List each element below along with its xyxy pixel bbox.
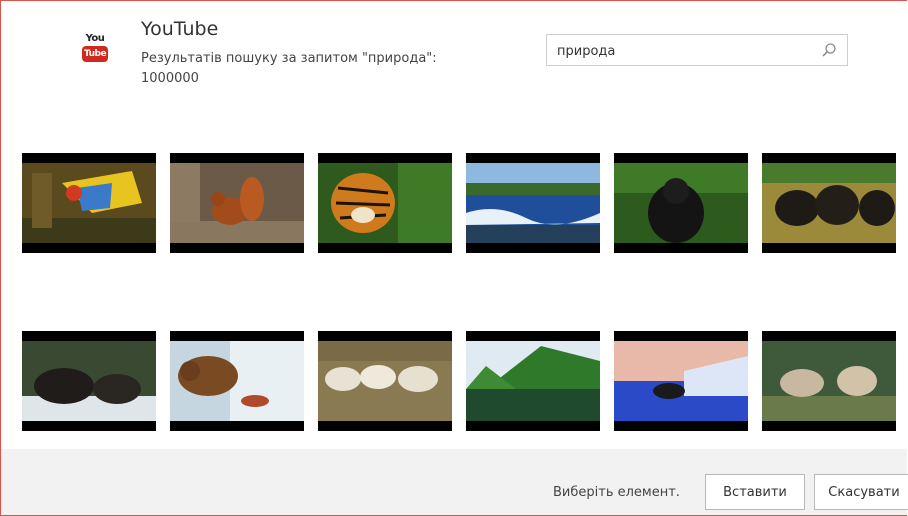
video-thumbnail-mountain-lake[interactable] <box>466 331 600 431</box>
video-thumbnail-buffalo[interactable] <box>762 153 896 253</box>
results-grid <box>1 121 907 451</box>
thumbnail-image <box>318 163 452 243</box>
video-thumbnail-bear[interactable] <box>170 331 304 431</box>
dialog-header: You Tube YouTube Результатів пошуку за з… <box>1 1 907 121</box>
video-thumbnail-wolf[interactable] <box>614 331 748 431</box>
thumbnail-image <box>170 341 304 421</box>
results-count-text: Результатів пошуку за запитом "природа":… <box>141 51 437 86</box>
video-thumbnail-squirrel[interactable] <box>170 153 304 253</box>
video-thumbnail-goats[interactable] <box>762 331 896 431</box>
status-text: Виберіть елемент. <box>553 485 680 500</box>
logo-text-top: You <box>85 33 105 44</box>
thumbnail-image <box>762 163 896 243</box>
thumbnail-image <box>170 163 304 243</box>
youtube-logo-icon: You Tube <box>81 33 109 67</box>
video-thumbnail-coast[interactable] <box>466 153 600 253</box>
logo-text-bottom: Tube <box>82 46 108 62</box>
video-thumbnail-boar[interactable] <box>22 331 156 431</box>
thumbnail-image <box>22 341 156 421</box>
video-thumbnail-parrot[interactable] <box>22 153 156 253</box>
video-thumbnail-sheep[interactable] <box>318 331 452 431</box>
insert-video-dialog: You Tube YouTube Результатів пошуку за з… <box>0 0 908 516</box>
thumbnail-image <box>614 341 748 421</box>
search-icon[interactable] <box>821 42 837 58</box>
thumbnail-image <box>22 163 156 243</box>
insert-button[interactable]: Вставити <box>705 474 805 510</box>
thumbnail-image <box>614 163 748 243</box>
search-input[interactable] <box>555 40 819 62</box>
dialog-footer: Виберіть елемент. Вставити Скасувати <box>1 449 908 515</box>
video-thumbnail-tiger[interactable] <box>318 153 452 253</box>
thumbnail-image <box>466 341 600 421</box>
provider-title: YouTube <box>141 18 219 40</box>
thumbnail-image <box>318 341 452 421</box>
cancel-button[interactable]: Скасувати <box>814 474 908 510</box>
search-box[interactable] <box>546 34 848 66</box>
thumbnail-image <box>762 341 896 421</box>
thumbnail-image <box>466 163 600 243</box>
video-thumbnail-gorilla[interactable] <box>614 153 748 253</box>
